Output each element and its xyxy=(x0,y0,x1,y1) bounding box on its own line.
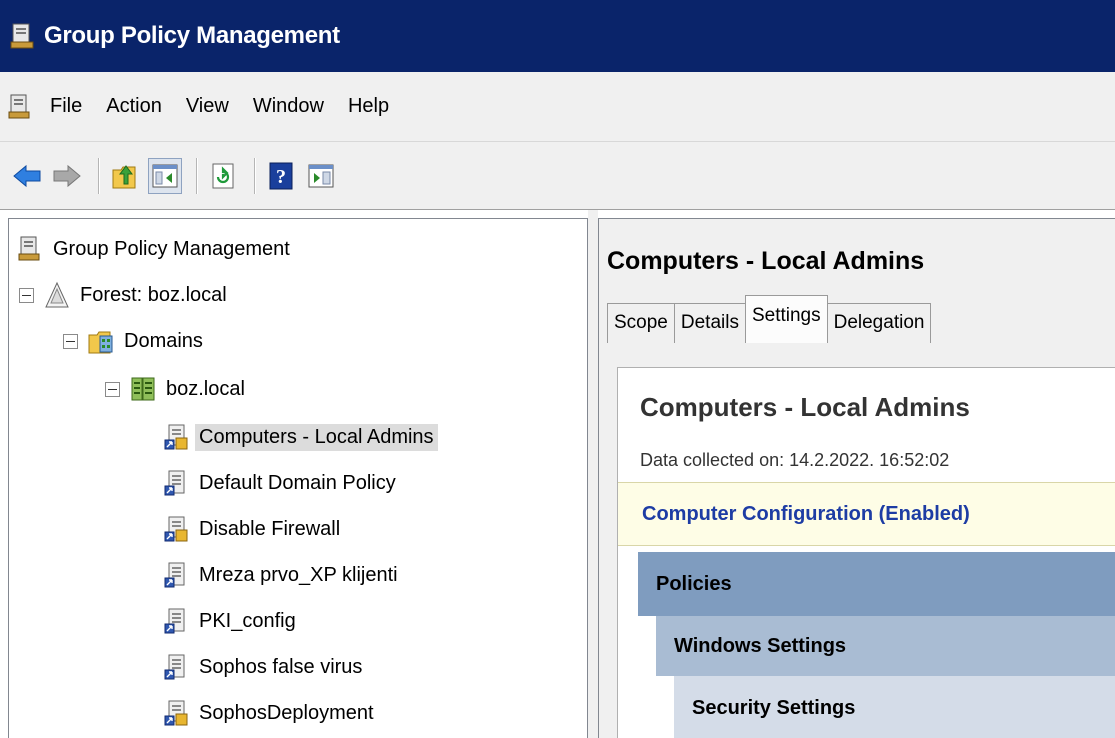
tab-scope[interactable]: Scope xyxy=(607,303,675,343)
tree-item-gpo[interactable]: Mreza prvo_XP klijenti xyxy=(163,555,402,595)
tree-item-label: Sophos false virus xyxy=(199,655,363,678)
tree-item-root[interactable]: Group Policy Management xyxy=(17,229,294,269)
help-button[interactable]: ? xyxy=(264,158,298,194)
tree-item-label: SophosDeployment xyxy=(199,701,374,724)
gpo-link-icon xyxy=(164,654,185,680)
menu-view[interactable]: View xyxy=(186,95,229,118)
collapse-toggle[interactable] xyxy=(19,287,34,303)
gpo-link-locked-icon xyxy=(164,516,188,542)
tree-item-gpo[interactable]: Sophos false virus xyxy=(163,647,366,687)
toolbar-separator xyxy=(98,157,100,194)
tree-item-label: Default Domain Policy xyxy=(199,471,396,494)
help-icon: ? xyxy=(269,162,293,189)
settings-report: Computers - Local Admins Data collected … xyxy=(617,367,1115,738)
domains-folder-icon xyxy=(88,331,113,354)
tree-item-label: Disable Firewall xyxy=(199,517,341,540)
gpo-link-icon xyxy=(164,562,185,588)
security-settings-section[interactable]: Security Settings xyxy=(674,676,1115,738)
svg-text:?: ? xyxy=(276,166,286,188)
up-folder-icon xyxy=(112,164,136,188)
report-title: Computers - Local Admins xyxy=(640,392,970,422)
show-hide-console-tree-button[interactable] xyxy=(148,157,182,194)
tree-item-forest[interactable]: Forest: boz.local xyxy=(19,275,231,315)
tab-delegation[interactable]: Delegation xyxy=(826,303,932,343)
tree-item-domain[interactable]: boz.local xyxy=(105,369,249,409)
menu-bar: File Action View Window Help xyxy=(0,72,1115,142)
tree-item-label: Domains xyxy=(124,329,203,352)
menu-action[interactable]: Action xyxy=(106,95,162,118)
tree-item-label: PKI_config xyxy=(199,609,296,632)
menu-help[interactable]: Help xyxy=(348,95,389,118)
gpo-title: Computers - Local Admins xyxy=(607,247,925,275)
refresh-icon xyxy=(212,163,234,188)
forest-icon xyxy=(45,281,69,308)
gpo-link-icon xyxy=(164,470,185,496)
tree-item-domains[interactable]: Domains xyxy=(63,321,207,361)
report-date: Data collected on: 14.2.2022. 16:52:02 xyxy=(640,450,950,470)
collapse-toggle[interactable] xyxy=(105,381,120,397)
computer-configuration-header[interactable]: Computer Configuration (Enabled) xyxy=(618,482,1115,546)
tab-settings[interactable]: Settings xyxy=(744,295,828,343)
collapse-toggle[interactable] xyxy=(63,333,78,349)
tree-item-gpo[interactable]: Default Domain Policy xyxy=(163,463,400,503)
action-pane-icon xyxy=(308,164,334,187)
policies-section[interactable]: Policies xyxy=(638,552,1115,616)
domain-icon xyxy=(131,377,155,401)
tree-item-gpo[interactable]: SophosDeployment xyxy=(163,693,378,733)
gpo-link-icon xyxy=(164,608,185,634)
toolbar-separator xyxy=(254,157,256,194)
tree-item-label: Forest: boz.local xyxy=(80,283,227,306)
refresh-button[interactable] xyxy=(206,158,240,194)
title-bar: Group Policy Management xyxy=(0,0,1115,72)
back-arrow-icon xyxy=(13,164,41,187)
tree-item-gpo[interactable]: PKI_config xyxy=(163,601,300,641)
show-hide-tree-icon xyxy=(152,164,178,187)
gpmc-app-icon xyxy=(10,23,34,49)
menu-window[interactable]: Window xyxy=(253,95,324,118)
tree-item-label: boz.local xyxy=(166,377,245,400)
tree-item-gpo[interactable]: Disable Firewall xyxy=(163,509,344,549)
tab-details[interactable]: Details xyxy=(673,303,746,343)
back-button[interactable] xyxy=(10,158,44,194)
details-pane: Computers - Local Admins Scope Details S… xyxy=(598,218,1115,738)
tab-strip: Scope Details Settings Delegation xyxy=(607,295,932,343)
up-one-level-button[interactable] xyxy=(108,158,142,194)
gpo-link-locked-icon xyxy=(164,424,188,450)
windows-settings-section[interactable]: Windows Settings xyxy=(656,616,1115,676)
console-tree: Group Policy Management Forest: boz.loca… xyxy=(8,218,588,738)
toolbar-separator xyxy=(196,157,198,194)
forward-button[interactable] xyxy=(50,158,84,194)
tree-item-gpo[interactable]: Computers - Local Admins xyxy=(163,417,438,457)
tree-item-label: Mreza prvo_XP klijenti xyxy=(199,563,398,586)
tree-item-label: Group Policy Management xyxy=(53,237,290,260)
window-title: Group Policy Management xyxy=(44,22,340,49)
gpo-link-locked-icon xyxy=(164,700,188,726)
tree-item-label: Computers - Local Admins xyxy=(195,423,438,451)
forward-arrow-icon xyxy=(53,164,81,187)
system-menu-icon[interactable] xyxy=(8,93,32,121)
menu-file[interactable]: File xyxy=(50,95,82,118)
pane-splitter[interactable] xyxy=(588,210,598,738)
gpmc-icon xyxy=(18,236,40,261)
show-hide-action-pane-button[interactable] xyxy=(304,158,338,194)
toolbar: ? xyxy=(0,142,1115,210)
